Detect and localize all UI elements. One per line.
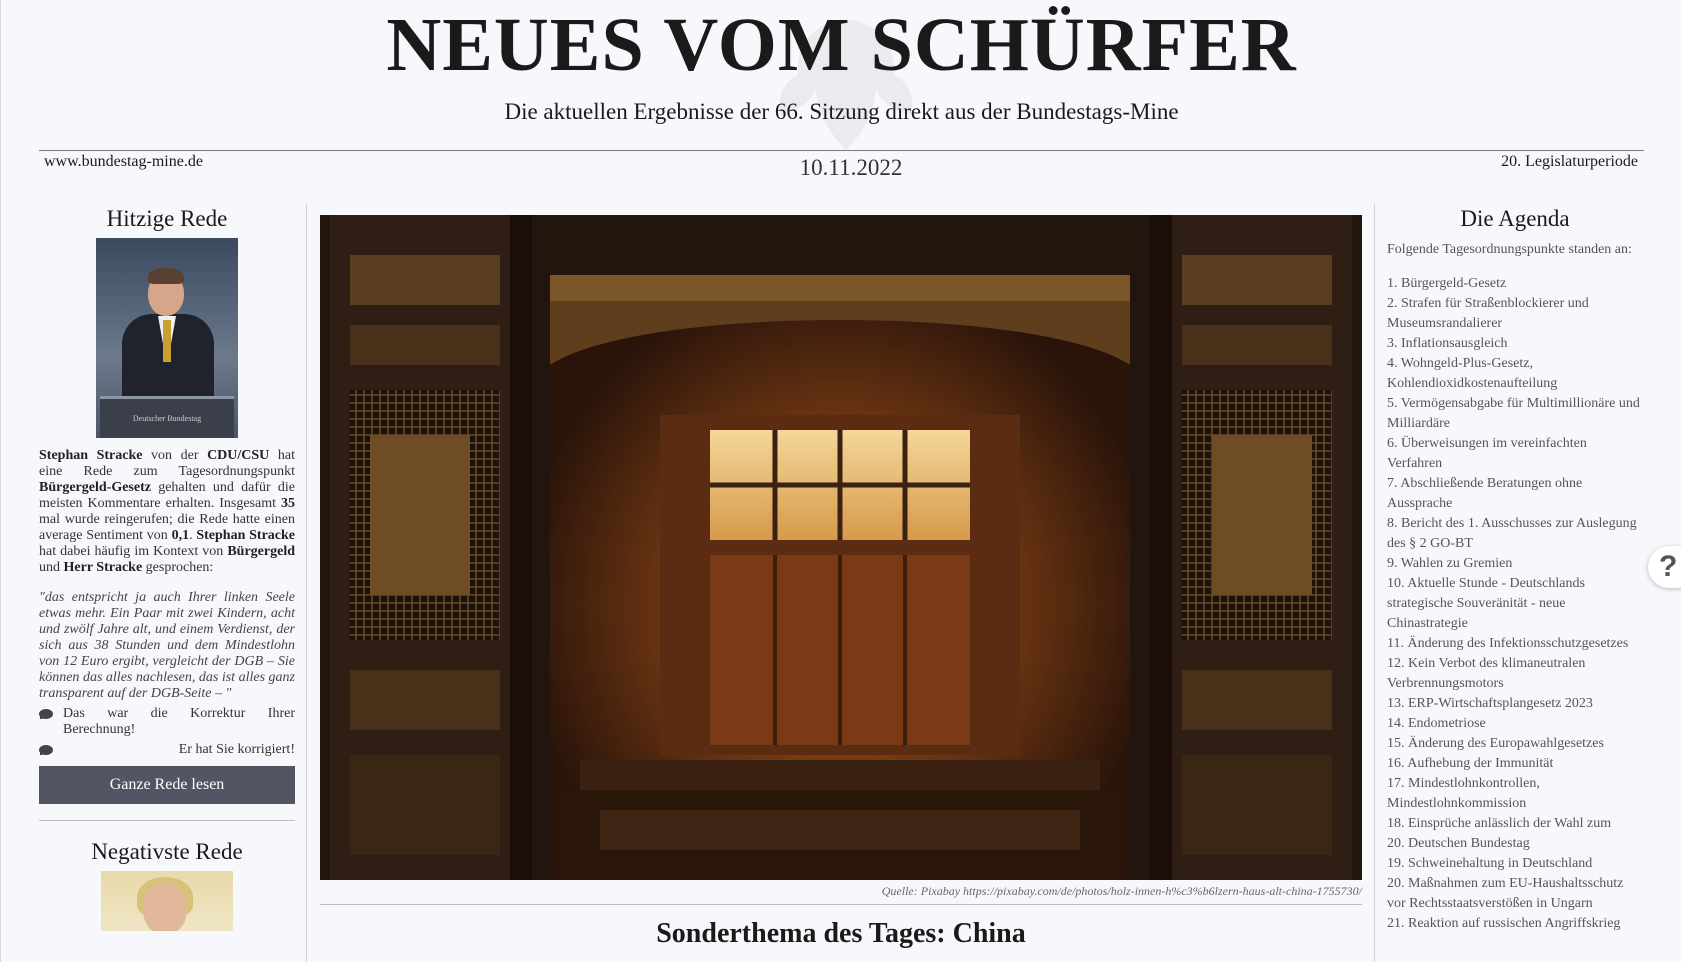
- agenda-item: 19. Schweinehaltung in Deutschland: [1387, 856, 1593, 871]
- newspaper-subtitle: Die aktuellen Ergebnisse der 66. Sitzung…: [504, 99, 1179, 124]
- chinese-interior-illustration: [320, 215, 1362, 880]
- comment-bubble-icon: [39, 745, 55, 756]
- summary-text-7: und: [39, 560, 64, 575]
- agenda-item: 14. Endometriose: [1387, 716, 1486, 731]
- agenda-item: 18. Einsprüche anlässlich der Wahl zum: [1387, 816, 1612, 831]
- agenda-item: 4. Wohngeld-Plus-Gesetz, Kohlendioxidkos…: [1387, 356, 1558, 391]
- agenda-item: 21. Reaktion auf russischen Angriffskrie…: [1387, 916, 1621, 931]
- read-full-speech-button[interactable]: Ganze Rede lesen: [39, 766, 295, 804]
- summary-text-8: gesprochen:: [142, 560, 214, 575]
- comment-item: Er hat Sie korrigiert!: [39, 742, 295, 758]
- agenda-item: 20. Deutschen Bundestag: [1387, 836, 1530, 851]
- interjection-count: 35: [281, 496, 295, 511]
- summary-text-1: von der: [142, 448, 208, 463]
- image-caption: Quelle: Pixabay https://pixabay.com/de/p…: [881, 884, 1362, 898]
- negative-speaker-photo-head: [143, 883, 187, 931]
- keyword-2: Herr Stracke: [63, 560, 143, 575]
- comment-bubble-icon: [39, 709, 55, 720]
- lectern-label: Deutscher Bundestag: [132, 414, 202, 423]
- agenda-topic: Bürgergeld-Gesetz: [39, 480, 151, 495]
- speaker-photo: Deutscher Bundestag: [96, 238, 238, 438]
- speech-quote: "das entspricht ja auch Ihrer linken See…: [39, 590, 295, 701]
- special-topic-heading: Sonderthema des Tages: China: [656, 918, 1026, 949]
- center-divider: [320, 904, 1362, 905]
- comment-text: Er hat Sie korrigiert!: [178, 742, 295, 757]
- party-name: CDU/CSU: [207, 448, 270, 463]
- help-button[interactable]: ?: [1648, 546, 1681, 588]
- agenda-intro: Folgende Tagesordnungspunkte standen an:: [1387, 242, 1632, 257]
- left-column: Hitzige Rede Deutscher Bundestag Stephan…: [39, 204, 295, 931]
- speaker-photo-hair: [148, 268, 184, 284]
- comment-item: Das war die Korrektur Ihrer Berechnung!: [39, 706, 295, 738]
- summary-text-6: hat dabei häufig im Kontext von: [39, 544, 228, 559]
- legislature-period: 20. Legislaturperiode: [1501, 153, 1638, 170]
- agenda-item: 2. Strafen für Straßenblockierer und Mus…: [1387, 296, 1589, 331]
- agenda-item: 17. Mindestlohnkontrollen, Mindestlohnko…: [1387, 776, 1540, 811]
- issue-date: 10.11.2022: [799, 155, 903, 180]
- agenda-item: 7. Abschließende Beratungen ohne Ausspra…: [1387, 476, 1583, 511]
- agenda-item: 1. Bürgergeld-Gesetz: [1387, 276, 1507, 291]
- agenda-item: 5. Vermögensabgabe für Multimillionäre u…: [1387, 396, 1640, 431]
- agenda-item: 11. Änderung des Infektionsschutzgesetze…: [1387, 636, 1629, 651]
- heated-speech-heading: Hitzige Rede: [106, 206, 228, 231]
- newspaper-page: NEUES VOM SCHÜRFER Die aktuellen Ergebni…: [0, 0, 1681, 962]
- masthead-divider: [39, 150, 1644, 151]
- agenda-item: 13. ERP-Wirtschaftsplangesetz 2023: [1387, 696, 1593, 711]
- agenda-item: 8. Bericht des 1. Ausschusses zur Ausleg…: [1387, 516, 1637, 551]
- agenda-item: 16. Aufhebung der Immunität: [1387, 756, 1554, 771]
- negative-speaker-photo: [101, 871, 233, 931]
- right-column: Die Agenda Folgende Tagesordnungspunkte …: [1387, 204, 1643, 934]
- speaker-name: Stephan Stracke: [39, 448, 143, 463]
- speaker-photo-tie: [163, 320, 171, 362]
- newspaper-title: NEUES VOM SCHÜRFER: [386, 3, 1297, 87]
- agenda-list: 1. Bürgergeld-Gesetz 2. Strafen für Straß…: [1387, 274, 1643, 934]
- agenda-item: 9. Wahlen zu Gremien: [1387, 556, 1513, 571]
- negative-speech-heading: Negativste Rede: [91, 839, 243, 864]
- speech-summary: Stephan Stracke von der CDU/CSU hat eine…: [39, 448, 295, 576]
- agenda-item: 10. Aktuelle Stunde - Deutschlands strat…: [1387, 576, 1585, 631]
- agenda-item: 12. Kein Verbot des klimaneutralen Verbr…: [1387, 656, 1586, 691]
- hero-image: [320, 215, 1362, 880]
- column-divider-right: [1374, 204, 1375, 962]
- agenda-item: 3. Inflationsausgleich: [1387, 336, 1508, 351]
- column-divider-left: [306, 204, 307, 962]
- agenda-item: 15. Änderung des Europawahlgesetzes: [1387, 736, 1604, 751]
- agenda-item: 20. Maßnahmen zum EU-Haushaltsschutz vor…: [1387, 876, 1624, 911]
- sentiment-value: 0,1: [171, 528, 190, 543]
- comment-text: Das war die Korrektur Ihrer Berechnung!: [63, 706, 295, 737]
- speaker-name-2: Stephan Stracke: [196, 528, 295, 543]
- agenda-item: 6. Überweisungen im vereinfachten Verfah…: [1387, 436, 1587, 471]
- agenda-heading: Die Agenda: [1460, 206, 1570, 231]
- keyword-1: Bürgergeld: [227, 544, 295, 559]
- left-column-divider: [39, 820, 295, 821]
